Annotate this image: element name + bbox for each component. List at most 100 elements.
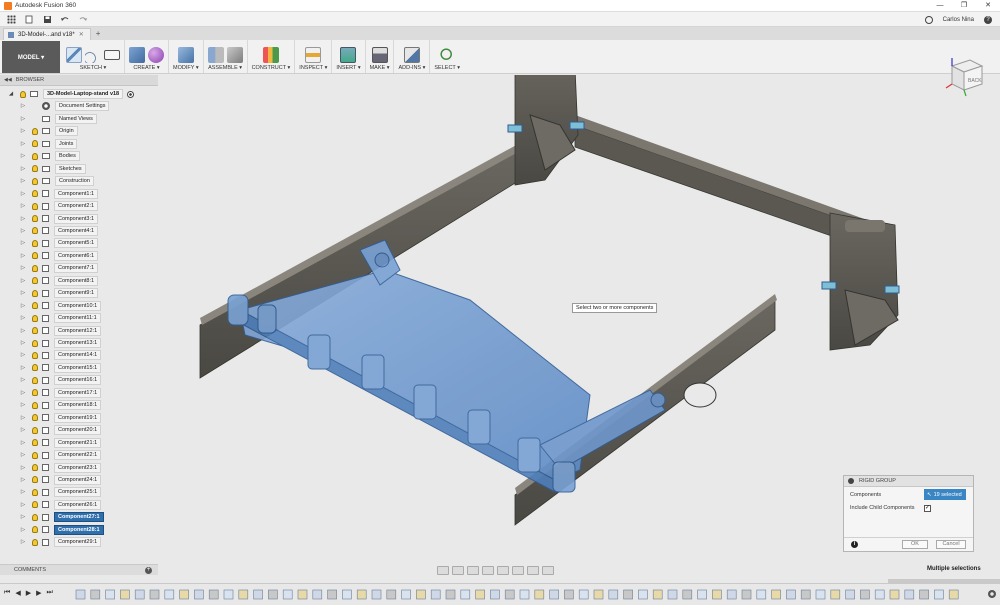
timeline-feature[interactable] bbox=[105, 589, 115, 600]
timeline-feature[interactable] bbox=[90, 589, 101, 600]
visibility-bulb-icon[interactable] bbox=[32, 165, 38, 173]
timeline-feature[interactable] bbox=[889, 589, 900, 600]
visibility-bulb-icon[interactable] bbox=[32, 389, 38, 397]
go-to-end-icon[interactable]: ⏭ bbox=[46, 589, 52, 597]
comments-bar[interactable]: COMMENTS + bbox=[0, 564, 158, 575]
browser-item[interactable]: ▷ Component27:1 bbox=[0, 511, 158, 523]
close-tab-icon[interactable]: ✕ bbox=[79, 31, 84, 38]
timeline-feature[interactable] bbox=[874, 589, 885, 600]
expand-arrow-icon[interactable]: ▷ bbox=[20, 315, 26, 321]
help-icon[interactable]: ? bbox=[984, 15, 992, 24]
timeline-feature[interactable] bbox=[223, 589, 234, 600]
step-back-icon[interactable]: ◀ bbox=[15, 589, 20, 597]
pan-icon[interactable] bbox=[467, 565, 479, 575]
expand-arrow-icon[interactable]: ▷ bbox=[20, 228, 26, 234]
timeline-feature[interactable] bbox=[475, 589, 485, 600]
browser-item[interactable]: ▷ Component6:1 bbox=[0, 250, 158, 262]
expand-arrow-icon[interactable]: ▷ bbox=[20, 290, 26, 296]
visibility-bulb-icon[interactable] bbox=[32, 501, 38, 509]
file-menu-button[interactable] bbox=[22, 13, 36, 25]
browser-header[interactable]: ◀◀ BROWSER bbox=[0, 75, 158, 86]
go-to-start-icon[interactable]: ⏮ bbox=[4, 589, 10, 597]
browser-item[interactable]: ▷ Component14:1 bbox=[0, 349, 158, 361]
sphere-icon[interactable] bbox=[148, 47, 164, 63]
visibility-bulb-icon[interactable] bbox=[32, 264, 38, 272]
expand-arrow-icon[interactable]: ▷ bbox=[20, 440, 26, 446]
expand-arrow-icon[interactable]: ▷ bbox=[20, 489, 26, 495]
visibility-bulb-icon[interactable] bbox=[32, 227, 38, 235]
save-button[interactable] bbox=[40, 13, 54, 25]
addins-menu[interactable]: ADD-INS ▾ bbox=[398, 65, 425, 71]
expand-arrow-icon[interactable]: ▷ bbox=[20, 191, 26, 197]
expand-arrow-icon[interactable]: ▷ bbox=[20, 527, 26, 533]
timeline-feature[interactable] bbox=[356, 589, 367, 600]
modify-group[interactable]: MODIFY ▾ bbox=[169, 40, 204, 73]
timeline-feature[interactable] bbox=[682, 589, 693, 600]
browser-item[interactable]: ▷ Named Views bbox=[0, 113, 158, 125]
timeline-feature[interactable] bbox=[667, 589, 678, 600]
visibility-bulb-icon[interactable] bbox=[32, 538, 38, 546]
timeline-feature[interactable] bbox=[401, 589, 411, 600]
browser-item[interactable]: ▷ Origin bbox=[0, 125, 158, 137]
browser-item[interactable]: ▷ Component1:1 bbox=[0, 188, 158, 200]
browser-item[interactable]: ▷ Document Settings bbox=[0, 100, 158, 112]
visibility-bulb-icon[interactable] bbox=[20, 90, 26, 98]
info-icon[interactable]: i bbox=[851, 541, 858, 548]
timeline-feature[interactable] bbox=[934, 589, 944, 600]
measure-icon[interactable] bbox=[305, 47, 322, 63]
expand-arrow-icon[interactable]: ▷ bbox=[20, 153, 26, 159]
minimize-button[interactable]: — bbox=[928, 0, 952, 12]
timeline-feature[interactable] bbox=[578, 589, 589, 600]
timeline-feature[interactable] bbox=[268, 589, 278, 600]
timeline-feature[interactable] bbox=[342, 589, 352, 600]
box-icon[interactable] bbox=[129, 47, 145, 63]
visibility-bulb-icon[interactable] bbox=[32, 127, 38, 135]
browser-item[interactable]: ▷ Component11:1 bbox=[0, 312, 158, 324]
expand-arrow-icon[interactable]: ▷ bbox=[20, 178, 26, 184]
timeline-feature[interactable] bbox=[712, 589, 722, 600]
expand-arrow-icon[interactable]: ▷ bbox=[20, 128, 26, 134]
browser-item[interactable]: ▷ Component19:1 bbox=[0, 412, 158, 424]
browser-item[interactable]: ▷ Component7:1 bbox=[0, 262, 158, 274]
expand-arrow-icon[interactable]: ▷ bbox=[20, 477, 26, 483]
user-name[interactable]: Carlos Nina bbox=[943, 17, 974, 23]
visibility-bulb-icon[interactable] bbox=[32, 376, 38, 384]
timeline-feature[interactable] bbox=[948, 589, 959, 600]
browser-item[interactable]: ▷ Component22:1 bbox=[0, 449, 158, 461]
grid-settings-icon[interactable] bbox=[527, 565, 539, 575]
timeline-feature[interactable] bbox=[386, 589, 397, 600]
timeline-feature[interactable] bbox=[549, 589, 559, 600]
timeline-feature[interactable] bbox=[327, 589, 337, 600]
browser-item[interactable]: ▷ Component26:1 bbox=[0, 499, 158, 511]
construct-menu[interactable]: CONSTRUCT ▾ bbox=[252, 65, 291, 71]
arc-icon[interactable] bbox=[85, 47, 101, 63]
timeline-feature[interactable] bbox=[564, 589, 574, 600]
timeline-feature[interactable] bbox=[312, 589, 323, 600]
activate-radio-icon[interactable] bbox=[127, 90, 135, 98]
right-end-plate[interactable] bbox=[829, 212, 899, 351]
timeline-feature[interactable] bbox=[904, 589, 915, 600]
expand-arrow-icon[interactable]: ▷ bbox=[20, 427, 26, 433]
step-forward-icon[interactable]: ▶ bbox=[36, 589, 41, 597]
timeline-settings-icon[interactable] bbox=[988, 590, 996, 598]
expand-arrow-icon[interactable]: ▷ bbox=[20, 377, 26, 383]
expand-arrow-icon[interactable]: ▷ bbox=[20, 365, 26, 371]
visibility-bulb-icon[interactable] bbox=[32, 289, 38, 297]
browser-item[interactable]: ▷ Component28:1 bbox=[0, 524, 158, 536]
timeline-feature[interactable] bbox=[75, 589, 86, 600]
browser-item[interactable]: ▷ Component29:1 bbox=[0, 536, 158, 548]
inspect-menu[interactable]: INSPECT ▾ bbox=[299, 65, 327, 71]
visibility-bulb-icon[interactable] bbox=[32, 414, 38, 422]
insert-menu[interactable]: INSERT ▾ bbox=[336, 65, 360, 71]
expand-arrow-icon[interactable]: ▷ bbox=[20, 328, 26, 334]
timeline-feature[interactable] bbox=[652, 589, 663, 600]
timeline-feature[interactable] bbox=[786, 589, 796, 600]
rear-end-plate[interactable] bbox=[514, 54, 579, 186]
timeline-feature[interactable] bbox=[815, 589, 826, 600]
visibility-bulb-icon[interactable] bbox=[32, 314, 38, 322]
browser-root-node[interactable]: ◢ 3D-Model-Laptop-stand v18 bbox=[0, 88, 158, 100]
browser-item[interactable]: ▷ Joints bbox=[0, 138, 158, 150]
browser-item[interactable]: ▷ Sketches bbox=[0, 163, 158, 175]
timeline-feature[interactable] bbox=[208, 589, 219, 600]
visibility-bulb-icon[interactable] bbox=[32, 439, 38, 447]
